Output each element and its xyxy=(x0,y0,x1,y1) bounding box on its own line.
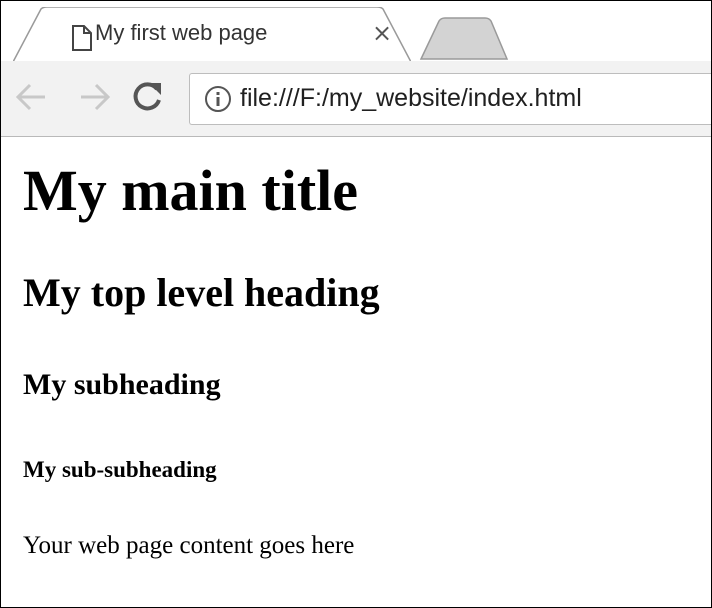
info-icon[interactable] xyxy=(204,85,232,113)
content-paragraph: Your web page content goes here xyxy=(23,532,355,559)
arrow-left-icon[interactable] xyxy=(11,75,51,119)
tab-title: My first web page xyxy=(95,20,268,45)
close-icon[interactable]: × xyxy=(369,19,395,47)
arrow-right-icon[interactable] xyxy=(75,75,115,119)
tab-strip: My first web page × xyxy=(1,1,711,63)
subheading: My subheading xyxy=(23,368,221,401)
top-level-heading: My top level heading xyxy=(23,270,380,315)
address-bar[interactable]: file:///F:/my_website/index.html xyxy=(189,73,711,125)
sub-subheading: My sub-subheading xyxy=(23,457,217,482)
main-title: My main title xyxy=(23,158,359,223)
browser-window: My first web page × file:///F:/my_websit… xyxy=(0,0,712,608)
new-tab-button[interactable] xyxy=(419,17,509,61)
page-icon xyxy=(71,25,93,51)
url-text[interactable]: file:///F:/my_website/index.html xyxy=(240,84,582,113)
page-content: My main title My top level heading My su… xyxy=(1,137,711,607)
browser-toolbar: file:///F:/my_website/index.html xyxy=(1,61,711,137)
active-tab[interactable]: My first web page × xyxy=(13,7,411,63)
reload-icon[interactable] xyxy=(127,75,167,119)
